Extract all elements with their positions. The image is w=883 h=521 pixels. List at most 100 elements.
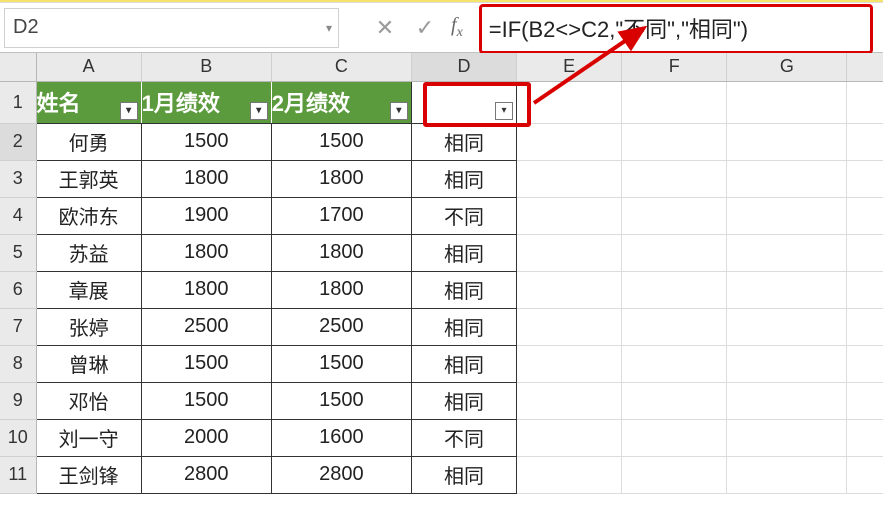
cell-A6[interactable]: 章展 [36,271,141,308]
table-header-B[interactable]: 1月绩效▾ [141,81,271,123]
cell-F4[interactable] [622,197,727,234]
table-header-C[interactable]: 2月绩效▾ [271,81,411,123]
cell-C3[interactable]: 1800 [271,160,411,197]
cell-D11[interactable]: 相同 [411,456,516,493]
cell-B2[interactable]: 1500 [141,123,271,160]
row-header[interactable]: 4 [0,197,36,234]
col-header-C[interactable]: C [271,53,411,81]
cell-F1[interactable] [622,81,727,123]
row-header[interactable]: 9 [0,382,36,419]
chevron-down-icon[interactable]: ▾ [326,21,332,35]
cell-A9[interactable]: 邓怡 [36,382,141,419]
cell-G1[interactable] [727,81,847,123]
cell-C6[interactable]: 1800 [271,271,411,308]
col-header-B[interactable]: B [141,53,271,81]
cell-E8[interactable] [517,345,622,382]
cell-C8[interactable]: 1500 [271,345,411,382]
cell-D10[interactable]: 不同 [411,419,516,456]
cell-F2[interactable] [622,123,727,160]
cell-E3[interactable] [517,160,622,197]
cell-A4[interactable]: 欧沛东 [36,197,141,234]
cell-D5[interactable]: 相同 [411,234,516,271]
cell-F11[interactable] [622,456,727,493]
cell-B10[interactable]: 2000 [141,419,271,456]
row-header[interactable]: 8 [0,345,36,382]
row-header[interactable]: 6 [0,271,36,308]
row-header[interactable]: 1 [0,81,36,123]
cell-D3[interactable]: 相同 [411,160,516,197]
cell-D7[interactable]: 相同 [411,308,516,345]
cell-E6[interactable] [517,271,622,308]
cell-E4[interactable] [517,197,622,234]
cell-B9[interactable]: 1500 [141,382,271,419]
table-header-D[interactable]: ▾ [411,81,516,123]
cell-A2[interactable]: 何勇 [36,123,141,160]
cell-A3[interactable]: 王郭英 [36,160,141,197]
cell-E11[interactable] [517,456,622,493]
cell-G9[interactable] [727,382,847,419]
cell-E7[interactable] [517,308,622,345]
cell-D9[interactable]: 相同 [411,382,516,419]
cell-G6[interactable] [727,271,847,308]
table-header-A[interactable]: 姓名▾ [36,81,141,123]
name-box[interactable]: D2 ▾ [4,8,339,48]
cell-B11[interactable]: 2800 [141,456,271,493]
cell-F6[interactable] [622,271,727,308]
cell-E1[interactable] [517,81,622,123]
cell-B8[interactable]: 1500 [141,345,271,382]
cell-G11[interactable] [727,456,847,493]
cell-C11[interactable]: 2800 [271,456,411,493]
cell-F9[interactable] [622,382,727,419]
filter-dropdown-icon[interactable]: ▾ [495,102,513,120]
cell-G10[interactable] [727,419,847,456]
cell-G2[interactable] [727,123,847,160]
filter-dropdown-icon[interactable]: ▾ [120,102,138,120]
cell-E9[interactable] [517,382,622,419]
col-header-E[interactable]: E [517,53,622,81]
cell-A10[interactable]: 刘一守 [36,419,141,456]
row-header[interactable]: 5 [0,234,36,271]
cell-D8[interactable]: 相同 [411,345,516,382]
cell-C7[interactable]: 2500 [271,308,411,345]
row-header[interactable]: 7 [0,308,36,345]
row-header[interactable]: 11 [0,456,36,493]
cell-F5[interactable] [622,234,727,271]
cell-C4[interactable]: 1700 [271,197,411,234]
cell-A11[interactable]: 王剑锋 [36,456,141,493]
col-header-D[interactable]: D [411,53,516,81]
col-header-F[interactable]: F [622,53,727,81]
col-header-G[interactable]: G [727,53,847,81]
cell-D2[interactable]: 相同 [411,123,516,160]
filter-dropdown-icon[interactable]: ▾ [250,102,268,120]
cell-C2[interactable]: 1500 [271,123,411,160]
cell-A5[interactable]: 苏益 [36,234,141,271]
confirm-icon[interactable]: ✓ [405,8,445,48]
row-header[interactable]: 2 [0,123,36,160]
cell-F7[interactable] [622,308,727,345]
cell-D4[interactable]: 不同 [411,197,516,234]
cell-G7[interactable] [727,308,847,345]
cell-G4[interactable] [727,197,847,234]
cancel-icon[interactable]: ✕ [365,8,405,48]
cell-F10[interactable] [622,419,727,456]
col-header-A[interactable]: A [36,53,141,81]
cell-G3[interactable] [727,160,847,197]
row-header[interactable]: 3 [0,160,36,197]
cell-G5[interactable] [727,234,847,271]
cell-F8[interactable] [622,345,727,382]
filter-dropdown-icon[interactable]: ▾ [390,102,408,120]
cell-A8[interactable]: 曾琳 [36,345,141,382]
cell-C5[interactable]: 1800 [271,234,411,271]
cell-B4[interactable]: 1900 [141,197,271,234]
cell-C10[interactable]: 1600 [271,419,411,456]
cell-B5[interactable]: 1800 [141,234,271,271]
cell-B6[interactable]: 1800 [141,271,271,308]
cell-B3[interactable]: 1800 [141,160,271,197]
row-header[interactable]: 10 [0,419,36,456]
fx-icon[interactable]: fx [451,14,463,41]
cell-F3[interactable] [622,160,727,197]
cell-D6[interactable]: 相同 [411,271,516,308]
cell-E5[interactable] [517,234,622,271]
cell-E2[interactable] [517,123,622,160]
cell-G8[interactable] [727,345,847,382]
